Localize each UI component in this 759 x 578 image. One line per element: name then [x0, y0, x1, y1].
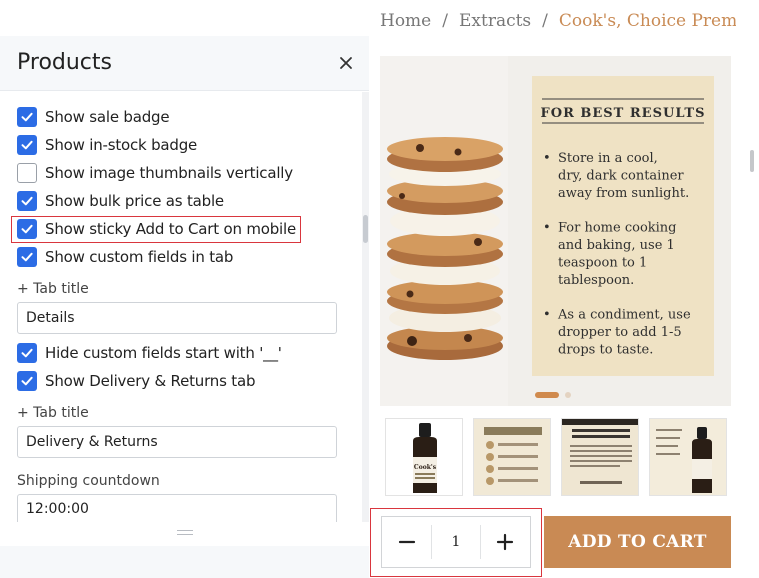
tip-bullet: •: [543, 151, 551, 166]
checkbox-unchecked-icon[interactable]: [17, 163, 37, 183]
tip-line: dropper to add 1-5: [558, 325, 682, 340]
checkbox-hide-custom-fields[interactable]: Hide custom fields start with '__': [17, 342, 282, 364]
close-icon[interactable]: [335, 52, 357, 74]
quantity-stepper[interactable]: 1: [381, 516, 531, 568]
tab-title-label: + Tab title: [17, 405, 89, 421]
slide-dot-active: [535, 392, 559, 398]
breadcrumb: Home / Extracts / Cook's, Choice Premium: [380, 5, 736, 35]
breadcrumb-separator: /: [442, 11, 448, 31]
thumbnail-label-text[interactable]: [561, 418, 639, 496]
checkbox-label: Show custom fields in tab: [45, 248, 234, 266]
checkbox-show-image-thumbnails-vertically[interactable]: Show image thumbnails vertically: [17, 162, 293, 184]
checkbox-show-delivery-returns-tab[interactable]: Show Delivery & Returns tab: [17, 370, 255, 392]
plus-icon[interactable]: [481, 517, 530, 567]
panel-top-spacer: [0, 0, 369, 36]
breadcrumb-current: Cook's, Choice Premium: [558, 11, 736, 31]
panel-scrollbar-thumb[interactable]: [363, 215, 368, 243]
minus-icon[interactable]: [382, 517, 431, 567]
tab-title-label: + Tab title: [17, 281, 89, 297]
panel-bottom-bar: [0, 546, 369, 578]
checkbox-checked-icon[interactable]: [17, 107, 37, 127]
tab-title-input-details[interactable]: Details: [17, 302, 337, 334]
checkbox-label: Show Delivery & Returns tab: [45, 372, 256, 390]
checkbox-show-sale-badge[interactable]: Show sale badge: [17, 106, 170, 128]
tip-line: away from sunlight.: [558, 186, 689, 201]
tip-bullet: •: [543, 221, 551, 236]
checkbox-checked-icon[interactable]: [17, 135, 37, 155]
checkbox-label: Show in-stock badge: [45, 136, 198, 154]
checkbox-label: Show bulk price as table: [45, 192, 224, 210]
breadcrumb-extracts[interactable]: Extracts: [459, 11, 531, 31]
panel-scrollbar-track[interactable]: [362, 92, 369, 522]
tip-bullet: •: [543, 308, 551, 323]
thumbnail-bottle[interactable]: Cook's: [385, 418, 463, 496]
shipping-countdown-input[interactable]: 12:00:00: [17, 494, 337, 522]
checkbox-checked-icon[interactable]: [17, 191, 37, 211]
checkbox-show-in-stock-badge[interactable]: Show in-stock badge: [17, 134, 197, 156]
tip-line: Store in a cool,: [558, 151, 658, 166]
tip-line: and baking, use 1: [558, 238, 675, 253]
tip-line: tablespoon.: [558, 273, 634, 288]
tab-title-input-delivery[interactable]: Delivery & Returns: [17, 426, 337, 458]
thumbnail-pairings[interactable]: [473, 418, 551, 496]
checkbox-label: Show sale badge: [45, 108, 170, 126]
checkbox-label: Show image thumbnails vertically: [45, 164, 293, 182]
cookie-stack-image: [387, 137, 503, 360]
slide-dot: [565, 392, 571, 398]
best-results-card: FOR BEST RESULTS • Store in a cool, dry, d…: [532, 76, 714, 376]
tip-line: teaspoon to 1: [558, 256, 647, 271]
panel-header: Products: [0, 36, 369, 91]
tip-line: As a condiment, use: [557, 308, 691, 323]
checkbox-label: Hide custom fields start with '__': [45, 344, 282, 362]
checkbox-checked-icon[interactable]: [17, 371, 37, 391]
checkbox-show-bulk-price-as-table[interactable]: Show bulk price as table: [17, 190, 224, 212]
tip-line: dry, dark container: [558, 169, 684, 184]
checkbox-show-custom-fields-in-tab[interactable]: Show custom fields in tab: [17, 246, 233, 268]
checkbox-checked-icon[interactable]: [17, 247, 37, 267]
panel-title: Products: [17, 50, 112, 75]
card-heading: FOR BEST RESULTS: [541, 106, 706, 121]
checkbox-checked-icon[interactable]: [17, 343, 37, 363]
highlight-sticky-add-to-cart: [11, 216, 301, 243]
thumbnail-strip: Cook's: [380, 418, 731, 498]
tip-line: For home cooking: [558, 221, 677, 236]
breadcrumb-separator: /: [542, 11, 548, 31]
shipping-countdown-label: Shipping countdown: [17, 473, 160, 489]
svg-text:Cook's: Cook's: [414, 464, 437, 471]
add-to-cart-button[interactable]: ADD TO CART: [544, 516, 731, 568]
resize-handle-icon[interactable]: [177, 530, 193, 535]
tip-line: drops to taste.: [558, 343, 653, 358]
breadcrumb-home[interactable]: Home: [380, 11, 431, 31]
product-image-gallery[interactable]: FOR BEST RESULTS • Store in a cool, dry, d…: [380, 56, 731, 406]
preview-scrollbar[interactable]: [750, 150, 754, 172]
thumbnail-bottle-info[interactable]: [649, 418, 727, 496]
quantity-value[interactable]: 1: [431, 525, 481, 559]
